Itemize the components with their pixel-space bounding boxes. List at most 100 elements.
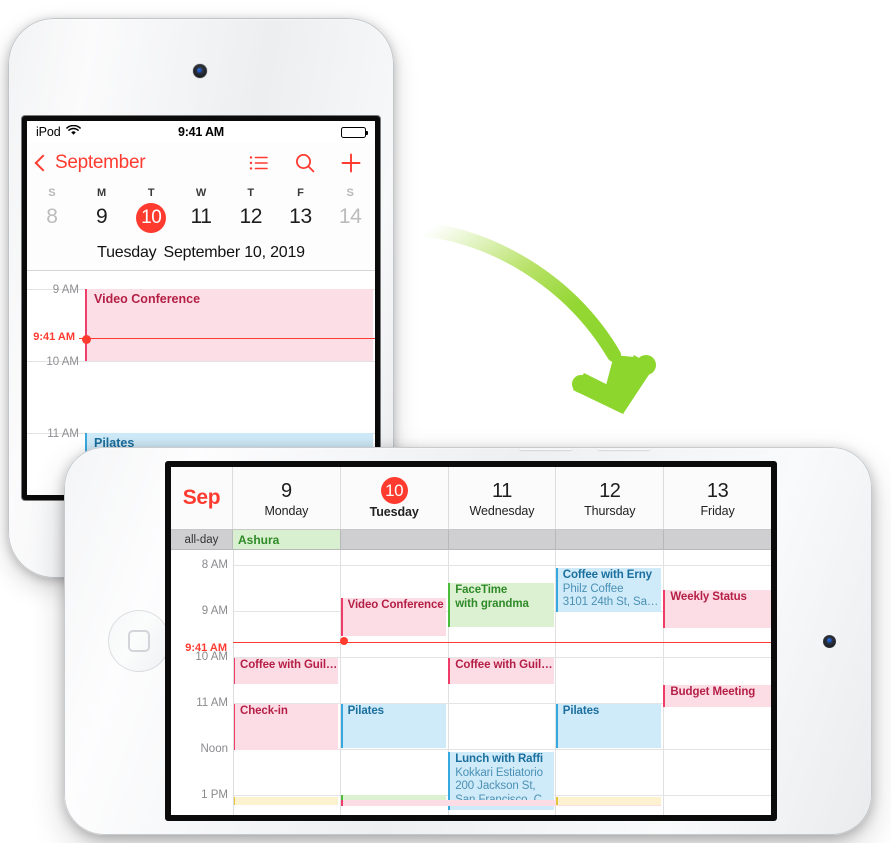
event-pilates-thursday[interactable]: Pilates (555, 704, 662, 748)
day-number: 13 (706, 479, 729, 502)
event-title-line2: with grandma (455, 597, 529, 610)
ipod-screen: iPod 9:41 AM September S M T W T F S 8 9… (27, 121, 375, 495)
chevron-left-icon (34, 154, 52, 172)
front-camera-icon (823, 634, 836, 648)
event-title: Pilates (562, 705, 600, 717)
event-coffee-with-guillermo-monday[interactable]: Coffee with Guil… (233, 658, 339, 684)
event-title: Coffee with Guil… (455, 659, 552, 671)
current-time-indicator (233, 642, 771, 643)
volume-down-button[interactable] (597, 447, 651, 450)
navigation-bar: September (27, 143, 375, 183)
day-number-13[interactable]: 13 (276, 203, 326, 237)
navbar-actions (248, 152, 365, 174)
all-day-event-ashura[interactable]: Ashura (233, 530, 340, 549)
week-strip: S M T W T F S 8 9 10 11 12 13 14 (27, 183, 375, 241)
event-check-in[interactable]: Check-in (233, 704, 339, 750)
weekday-initial: M (96, 187, 107, 199)
list-icon[interactable] (248, 152, 270, 174)
search-icon[interactable] (294, 152, 316, 174)
month-label: Sep (182, 486, 221, 509)
status-bar: iPod 9:41 AM (27, 121, 375, 143)
weekday-initial: T (247, 187, 255, 199)
month-label-cell: Sep (171, 467, 233, 529)
plus-icon[interactable] (340, 152, 362, 174)
current-time-dot (82, 334, 91, 344)
ipod-screen-frame: iPod 9:41 AM September S M T W T F S 8 9… (22, 116, 380, 500)
event-title: Check-in (240, 705, 288, 717)
hour-label: 9 AM (52, 284, 79, 296)
volume-up-button[interactable] (519, 447, 573, 450)
day-number: 11 (492, 479, 512, 502)
day-column-header-thursday[interactable]: 12 Thursday (556, 467, 665, 529)
day-name-label: Thursday (584, 503, 636, 518)
selected-date-label: Tuesday September 10, 2019 (27, 241, 375, 271)
ipad-screen: Sep 9 Monday 10 Tuesday 11 Wednesday 12 Thursda… (171, 467, 771, 815)
current-time-label: 9:41 AM (33, 331, 75, 343)
event-clipped-thursday[interactable] (555, 797, 662, 805)
event-clipped-monday[interactable] (233, 797, 339, 805)
day-name-label: Tuesday (369, 505, 419, 519)
weekday-initial: S (346, 187, 354, 199)
back-button-label: September (55, 152, 146, 173)
event-video-conference[interactable]: Video Conference (85, 289, 373, 361)
day-column-header-tuesday[interactable]: 10 Tuesday (341, 467, 449, 529)
event-weekly-status[interactable]: Weekly Status (663, 590, 771, 628)
curved-arrow-icon (421, 223, 656, 414)
today-pill: 10 (380, 477, 408, 504)
event-facetime-with-grandma[interactable]: FaceTime with grandma (448, 583, 554, 627)
event-video-conference[interactable]: Video Conference (340, 598, 447, 636)
event-title: Pilates (347, 705, 384, 717)
day-numbers-row: 8 9 10 11 12 13 14 (27, 203, 375, 237)
all-day-cell-tuesday[interactable] (341, 530, 449, 549)
all-day-cell-friday[interactable] (664, 530, 771, 549)
event-title: Video Conference (94, 292, 201, 306)
hour-label: 11 AM (47, 428, 79, 440)
home-button[interactable] (108, 610, 170, 672)
day-number-11[interactable]: 11 (176, 203, 226, 237)
day-name-label: Friday (700, 503, 735, 518)
day-number-10[interactable]: 10 (126, 203, 176, 237)
all-day-cell-thursday[interactable] (556, 530, 665, 549)
battery-full-icon (341, 126, 368, 138)
current-time-indicator: 9:41 AM (33, 331, 375, 344)
hour-label: 8 AM (201, 559, 228, 571)
day-name-label: Wednesday (469, 503, 535, 518)
status-bar-right (341, 126, 368, 138)
weekday-initials-row: SMTWTFS (27, 185, 375, 203)
day-number-9[interactable]: 9 (77, 203, 127, 237)
all-day-row: all-day Ashura (171, 530, 771, 550)
event-coffee-with-guillermo-wednesday[interactable]: Coffee with Guil… (448, 658, 554, 684)
all-day-cell-monday[interactable]: Ashura (233, 530, 341, 549)
day-number-8[interactable]: 8 (27, 203, 77, 237)
week-header: Sep 9 Monday 10 Tuesday 11 Wednesday 12 Thursda… (171, 467, 771, 530)
day-name-label: Monday (264, 503, 309, 518)
current-time-label: 9:41 AM (185, 642, 227, 654)
carrier-label: iPod (36, 125, 61, 139)
front-camera-icon (193, 64, 207, 78)
back-button[interactable]: September (34, 152, 146, 174)
weekday-initial: F (297, 187, 304, 199)
event-title: Lunch with Raffi (455, 753, 544, 765)
ipad-device: Sep 9 Monday 10 Tuesday 11 Wednesday 12 Thursda… (64, 447, 872, 835)
event-pilates-tuesday[interactable]: Pilates (340, 704, 447, 748)
week-grid[interactable]: Coffee with Erny Philz Coffee 3101 24th … (171, 550, 771, 815)
weekday-initial: T (147, 187, 155, 199)
day-column-header-wednesday[interactable]: 11 Wednesday (449, 467, 557, 529)
hour-label: 11 AM (196, 697, 228, 709)
all-day-cell-wednesday[interactable] (449, 530, 557, 549)
event-title: Weekly Status (670, 591, 747, 603)
selected-date-weekday: Tuesday (97, 244, 157, 261)
event-title: Video Conference (347, 599, 444, 611)
event-location-line1: 200 Jackson St, (455, 780, 536, 792)
day-column-header-monday[interactable]: 9 Monday (233, 467, 341, 529)
weekday-initial: W (195, 187, 207, 199)
day-number-12[interactable]: 12 (226, 203, 276, 237)
selected-date-text: September 10, 2019 (163, 244, 305, 261)
today-pill: 10 (136, 203, 167, 233)
event-budget-meeting[interactable]: Budget Meeting (663, 685, 771, 707)
day-column-header-friday[interactable]: 13 Friday (664, 467, 771, 529)
hour-gutter: 8 AM 9 AM 10 AM 11 AM Noon 1 PM (171, 550, 234, 815)
event-coffee-with-erny[interactable]: Coffee with Erny Philz Coffee 3101 24th … (555, 568, 662, 612)
day-number-14[interactable]: 14 (325, 203, 375, 237)
event-title: Budget Meeting (670, 686, 756, 698)
